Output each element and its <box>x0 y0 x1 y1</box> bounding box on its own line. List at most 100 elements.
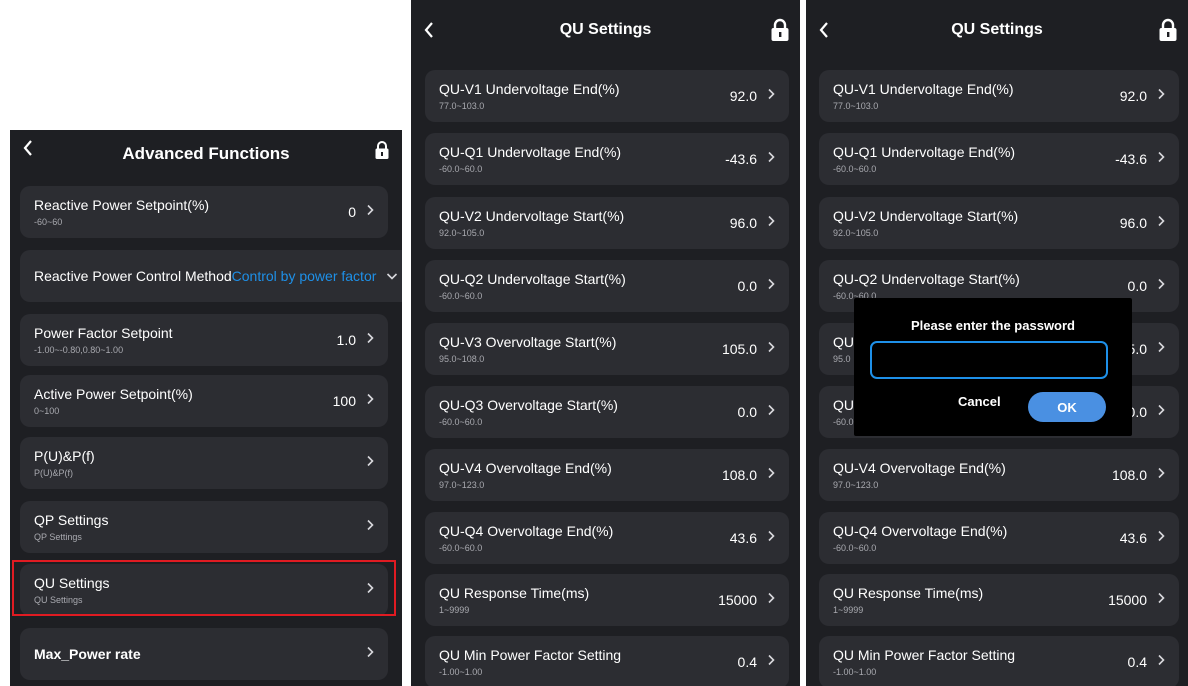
item-value: 0.4 <box>737 654 757 670</box>
chevron-right-icon <box>1157 215 1165 231</box>
item-range: -60.0~60.0 <box>439 291 483 301</box>
list-item-max-power-rate[interactable]: Max_Power rate <box>20 628 388 680</box>
item-label: QU Response Time(ms) <box>439 585 590 601</box>
list-item-reactive-power-control-method[interactable]: Reactive Power Control MethodControl by … <box>20 250 402 302</box>
item-value: 0.0 <box>737 404 757 420</box>
item-label: Reactive Power Control MethodControl by … <box>34 268 384 284</box>
chevron-right-icon <box>1157 341 1165 357</box>
list-item-qu-q3[interactable]: QU-Q3 Overvoltage Start(%) -60.0~60.0 0.0 <box>425 386 789 438</box>
item-range: 1~9999 <box>439 605 470 615</box>
chevron-right-icon <box>1157 404 1165 420</box>
list-item-qu-v2[interactable]: QU-V2 Undervoltage Start(%) 92.0~105.0 96… <box>425 197 789 249</box>
back-icon <box>23 140 32 156</box>
list-item-qu-response-time[interactable]: QU Response Time(ms) 1~9999 15000 <box>819 574 1179 626</box>
item-value: 43.6 <box>1119 530 1147 546</box>
item-range: P(U)&P(f) <box>34 468 73 478</box>
chevron-right-icon <box>1157 151 1165 167</box>
list-item-qu-q2[interactable]: QU-Q2 Undervoltage Start(%) -60.0~60.0 0.… <box>425 260 789 312</box>
item-range: 1~9999 <box>833 605 864 615</box>
chevron-right-icon <box>366 204 374 220</box>
item-label: QU-V2 Undervoltage Start(%) <box>439 208 625 224</box>
item-range: 97.0~123.0 <box>833 480 879 490</box>
item-value: -43.6 <box>1115 151 1147 167</box>
header: Advanced Functions <box>10 130 402 178</box>
cancel-button[interactable]: Cancel <box>958 394 1001 409</box>
item-value: 0 <box>348 204 356 220</box>
item-range: -1.00~1.00 <box>439 667 483 677</box>
item-label: QU Min Power Factor Setting <box>833 647 1016 663</box>
list-item-qu-v4[interactable]: QU-V4 Overvoltage End(%) 97.0~123.0 108.0 <box>819 449 1179 501</box>
item-value: 92.0 <box>1119 88 1147 104</box>
item-label: QU-Q1 Undervoltage End(%) <box>833 144 1016 160</box>
header: QU Settings <box>411 0 800 60</box>
lock-icon <box>1159 18 1177 41</box>
lock-button[interactable] <box>1158 0 1178 60</box>
item-range: 0~100 <box>34 406 60 416</box>
list-item-qu-v2[interactable]: QU-V2 Undervoltage Start(%) 92.0~105.0 96… <box>819 197 1179 249</box>
list-item-reactive-power-setpoint[interactable]: Reactive Power Setpoint(%) -60~60 0 <box>20 186 388 238</box>
item-label: QU-V1 Undervoltage End(%) <box>833 81 1014 97</box>
item-label: Active Power Setpoint(%) <box>34 386 193 402</box>
item-label: QU-V4 Overvoltage End(%) <box>833 460 1006 476</box>
item-range: -60.0~60.0 <box>833 164 877 174</box>
item-label: QU-Q1 Undervoltage End(%) <box>439 144 622 160</box>
item-value: 108.0 <box>1111 467 1147 483</box>
list-item-qu-v1[interactable]: QU-V1 Undervoltage End(%) 77.0~103.0 92.0 <box>425 70 789 122</box>
item-value: 96.0 <box>1119 215 1147 231</box>
list-item-pu-pf[interactable]: P(U)&P(f) P(U)&P(f) <box>20 437 388 489</box>
list-item-power-factor-setpoint[interactable]: Power Factor Setpoint -1.00~-0.80,0.80~1… <box>20 314 388 366</box>
list-item-qu-response-time[interactable]: QU Response Time(ms) 1~9999 15000 <box>425 574 789 626</box>
item-value: 108.0 <box>721 467 757 483</box>
item-label: QU-Q4 Overvoltage End(%) <box>833 523 1008 539</box>
item-value: 100 <box>332 393 356 409</box>
page-title: QU Settings <box>951 21 1043 38</box>
list-item-qu-v4[interactable]: QU-V4 Overvoltage End(%) 97.0~123.0 108.0 <box>425 449 789 501</box>
list-item-active-power-setpoint[interactable]: Active Power Setpoint(%) 0~100 100 <box>20 375 388 427</box>
back-icon <box>424 22 433 38</box>
item-range: 77.0~103.0 <box>833 101 879 111</box>
item-value: 96.0 <box>729 215 757 231</box>
password-input[interactable] <box>870 341 1108 379</box>
item-value: 43.6 <box>729 530 757 546</box>
page-title: Advanced Functions <box>122 144 290 163</box>
list-item-qu-q4[interactable]: QU-Q4 Overvoltage End(%) -60.0~60.0 43.6 <box>425 512 789 564</box>
item-range: -1.00~1.00 <box>833 667 877 677</box>
chevron-right-icon <box>767 467 775 483</box>
item-value: 92.0 <box>729 88 757 104</box>
lock-icon <box>375 141 389 159</box>
lock-button[interactable] <box>374 130 390 174</box>
item-value: 0.4 <box>1127 654 1147 670</box>
chevron-right-icon <box>1157 88 1165 104</box>
item-label: QU-Q4 Overvoltage End(%) <box>439 523 614 539</box>
item-label: QU-Q2 Undervoltage Start(%) <box>833 271 1020 287</box>
item-label: QU-Q2 Undervoltage Start(%) <box>439 271 626 287</box>
back-button[interactable] <box>22 130 34 172</box>
list-item-qu-q1[interactable]: QU-Q1 Undervoltage End(%) -60.0~60.0 -43.… <box>425 133 789 185</box>
list-item-qu-v3[interactable]: QU-V3 Overvoltage Start(%) 95.0~108.0 105… <box>425 323 789 375</box>
item-label: QU-Q3 Overvoltage Start(%) <box>439 397 618 413</box>
list-item-qu-min-power-factor[interactable]: QU Min Power Factor Setting -1.00~1.00 0.… <box>819 636 1179 686</box>
header: QU Settings <box>806 0 1188 60</box>
chevron-right-icon <box>767 151 775 167</box>
ok-button[interactable]: OK <box>1028 392 1106 422</box>
back-button[interactable] <box>818 0 830 60</box>
chevron-right-icon <box>366 519 374 535</box>
item-label: QU-V3 Overvoltage Start(%) <box>439 334 617 350</box>
list-item-qu-v1[interactable]: QU-V1 Undervoltage End(%) 77.0~103.0 92.0 <box>819 70 1179 122</box>
chevron-right-icon <box>1157 278 1165 294</box>
list-item-qu-settings[interactable]: QU Settings QU Settings <box>20 564 388 616</box>
item-label: QU Min Power Factor Setting <box>439 647 622 663</box>
chevron-right-icon <box>767 530 775 546</box>
chevron-right-icon <box>1157 530 1165 546</box>
item-range: -60.0~60.0 <box>833 543 877 553</box>
list-item-qp-settings[interactable]: QP Settings QP Settings <box>20 501 388 553</box>
list-item-qu-min-power-factor[interactable]: QU Min Power Factor Setting -1.00~1.00 0.… <box>425 636 789 686</box>
item-label: Reactive Power Setpoint(%) <box>34 197 210 213</box>
item-value: -43.6 <box>725 151 757 167</box>
list-item-qu-q4[interactable]: QU-Q4 Overvoltage End(%) -60.0~60.0 43.6 <box>819 512 1179 564</box>
item-label: QU Response Time(ms) <box>833 585 984 601</box>
back-button[interactable] <box>423 0 435 60</box>
list-item-qu-q1[interactable]: QU-Q1 Undervoltage End(%) -60.0~60.0 -43.… <box>819 133 1179 185</box>
item-value: 15000 <box>718 592 757 608</box>
lock-button[interactable] <box>770 0 790 60</box>
